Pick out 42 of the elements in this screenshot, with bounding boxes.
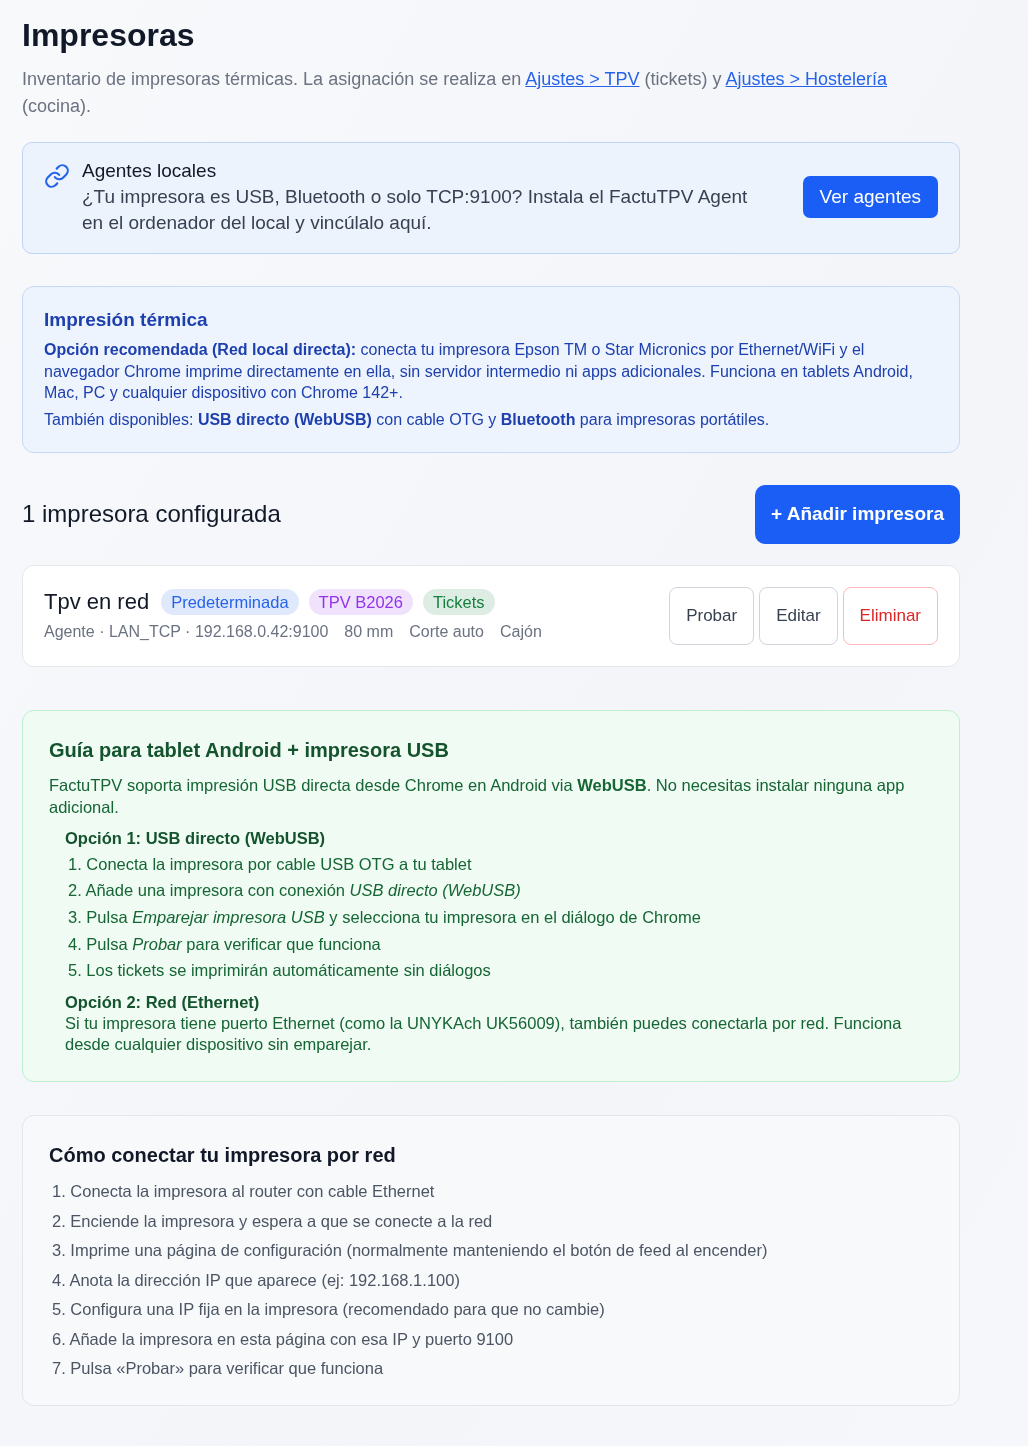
printer-count-title: 1 impresora configurada: [22, 500, 281, 528]
step-text: 6. Añade la impresora en esta página con esa IP y puerto 9100: [52, 1328, 515, 1350]
page-title: Impresoras: [22, 16, 196, 55]
thermal-info-text: También disponibles: USB directo (WebUSB) con cable OTG y Bluetooth para impresoras portátiles.: [44, 410, 771, 430]
printer-name: Tpv en red: [44, 588, 150, 616]
delete-button[interactable]: Eliminar: [842, 586, 938, 645]
link-icon: [44, 163, 70, 189]
guide-intro: FactuTPV soporta impresión USB directa desde Chrome en Android via WebUSB. No necesitas instalar ninguna app adicional.: [49, 774, 906, 818]
step-text: 4. Anota la dirección IP que aparece (ej: 192.168.1.100): [52, 1269, 461, 1291]
step-text: 3. Imprime una página de configuración (normalmente manteniendo el botón de feed al encender): [52, 1240, 769, 1262]
agents-description: ¿Tu impresora es USB, Bluetooth o solo TCP:9100? Instala el FactuTPV Agent en el ordenador del local y vincúlalo aquí.: [82, 185, 749, 235]
thermal-info-text: Opción recomendada (Red local directa): conecta tu impresora Epson TM o Star Micronics por Ethernet/WiFi y el navegador Chrome imprime directamente en ella, sin servidor intermedio ni apps adicionales. Funciona en tablets Android, Mac, PC y cualquier dispositivo con Chrome 142+.: [44, 340, 914, 403]
step-text: 7. Pulsa «Probar» para verificar que funciona: [52, 1358, 385, 1380]
page-description: Inventario de impresoras térmicas. La asignación se realiza en Ajustes > TPV (tickets) y Ajustes > Hostelería (cocina).: [22, 68, 889, 118]
option-text: Si tu impresora tiene puerto Ethernet (como la UNYKAch UK56009), también puedes conectarla por red. Funciona desde cualquier dispositivo sin emparejar.: [65, 1013, 903, 1056]
agents-title: Agentes locales: [82, 159, 218, 183]
printer-tag: Predeterminada: [161, 589, 299, 615]
add-printer-button[interactable]: + Añadir impresora: [755, 484, 960, 544]
action-button[interactable]: Editar: [759, 586, 838, 645]
guide-title: Guía para tablet Android + impresora USB: [49, 737, 450, 763]
guide-title: Cómo conectar tu impresora por red: [49, 1143, 397, 1169]
printer-tag: TPV B2026: [308, 589, 413, 615]
printer-detail: Corte auto: [409, 622, 484, 642]
thermal-info-title: Impresión térmica: [44, 308, 209, 332]
settings-link[interactable]: Ajustes > Hostelería: [725, 69, 888, 89]
step-text: 5. Los tickets se imprimirán automáticamente sin diálogos: [68, 960, 492, 982]
step-text: 2. Enciende la impresora y espera a que se conecte a la red: [52, 1210, 494, 1232]
option-title: Opción 2: Red (Ethernet): [65, 992, 261, 1014]
step-text: 4. Pulsa Probar para verificar que funciona: [68, 933, 382, 955]
option-title: Opción 1: USB directo (WebUSB): [65, 827, 327, 849]
action-button[interactable]: Probar: [669, 586, 755, 645]
step-text: 1. Conecta la impresora por cable USB OTG a tu tablet: [68, 853, 473, 875]
step-text: 3. Pulsa Emparejar impresora USB y selecciona tu impresora en el diálogo de Chrome: [68, 906, 702, 928]
view-agents-button[interactable]: Ver agentes: [802, 176, 938, 218]
step-text: 1. Conecta la impresora al router con cable Ethernet: [52, 1181, 436, 1203]
printer-detail: 80 mm: [344, 622, 394, 642]
printer-detail: Cajón: [499, 622, 542, 642]
step-text: 2. Añade una impresora con conexión USB directo (WebUSB): [68, 880, 522, 902]
printer-detail: Agente · LAN_TCP · 192.168.0.42:9100: [44, 622, 329, 642]
settings-link[interactable]: Ajustes > TPV: [525, 69, 640, 89]
printer-tag: Tickets: [422, 589, 495, 615]
step-text: 5. Configura una IP fija en la impresora (recomendado para que no cambie): [52, 1299, 606, 1321]
